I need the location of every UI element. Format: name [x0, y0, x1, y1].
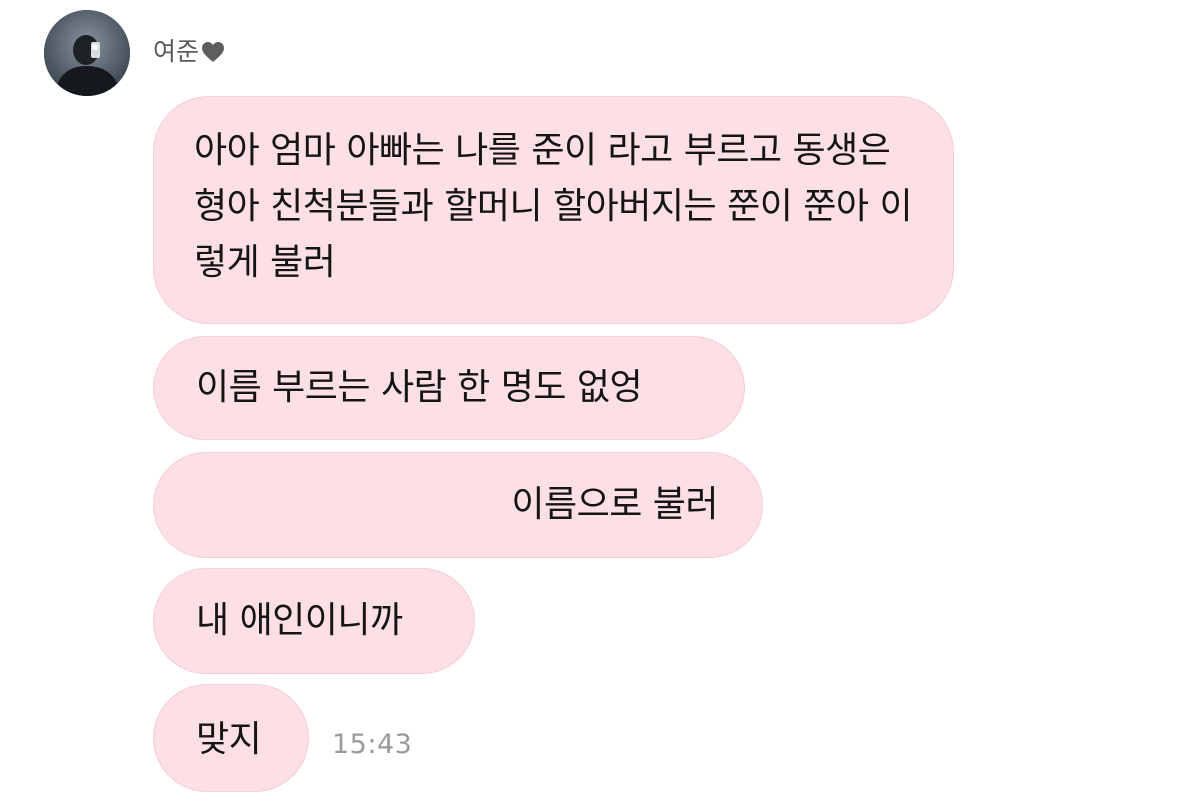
- heart-icon: [201, 41, 225, 63]
- message-bubble[interactable]: 아아 엄마 아빠는 나를 준이 라고 부르고 동생은 형아 친척분들과 할머니 …: [153, 96, 954, 324]
- message-bubble[interactable]: 맞지: [153, 684, 309, 792]
- message-text: 아아 엄마 아빠는 나를 준이 라고 부르고 동생은 형아 친척분들과 할머니 …: [194, 130, 913, 283]
- message-text: 이름으로 불러: [511, 484, 718, 525]
- profile-photo: [44, 10, 130, 96]
- message-text: 맞지: [196, 719, 262, 760]
- message-bubble[interactable]: 이름 부르는 사람 한 명도 없엉: [153, 336, 745, 440]
- sender-name: 여준: [153, 37, 200, 66]
- message-text: 내 애인이니까: [196, 600, 403, 641]
- message-text: 이름 부르는 사람 한 명도 없엉: [196, 367, 643, 408]
- message-bubble[interactable]: 이름으로 불러: [153, 452, 763, 558]
- sender-header: 여준: [153, 37, 225, 67]
- avatar[interactable]: [44, 10, 130, 96]
- message-timestamp: 15:43: [332, 729, 413, 760]
- message-bubble[interactable]: 내 애인이니까: [153, 568, 475, 674]
